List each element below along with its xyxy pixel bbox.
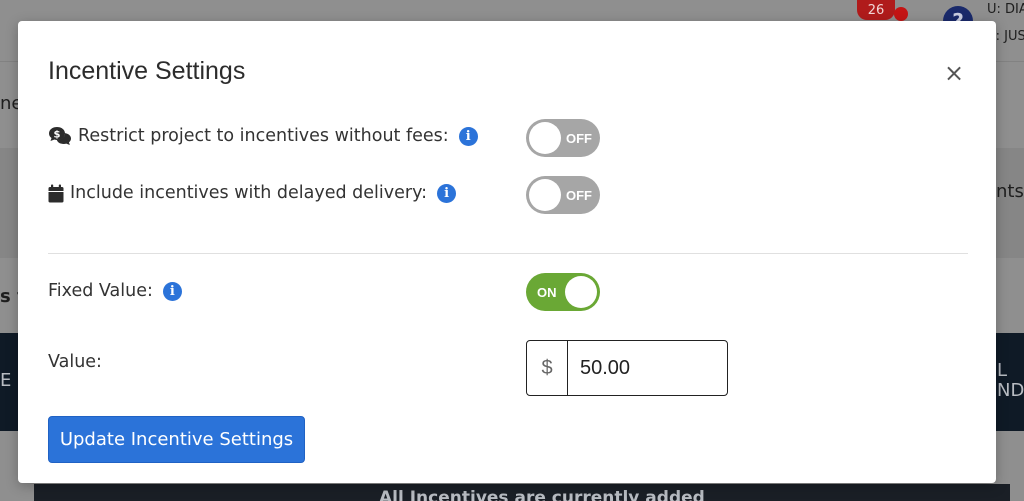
restrict-fees-label: Restrict project to incentives without f… bbox=[78, 126, 449, 146]
background-text-fragment: s fi bbox=[0, 286, 18, 307]
calendar-icon bbox=[48, 184, 64, 203]
delayed-delivery-row: Include incentives with delayed delivery… bbox=[48, 183, 457, 203]
update-incentive-settings-button[interactable]: Update Incentive Settings bbox=[48, 416, 305, 463]
fixed-value-label: Fixed Value: bbox=[48, 281, 153, 301]
money-chat-icon: $ bbox=[48, 126, 72, 146]
background-text-fragment: ND bbox=[997, 380, 1024, 401]
info-icon[interactable]: i bbox=[437, 183, 457, 203]
background-text-fragment: L bbox=[997, 360, 1008, 381]
background-bottom-bar: All Incentives are currently added bbox=[34, 484, 1010, 501]
toggle-state-label: ON bbox=[537, 284, 557, 300]
value-input[interactable] bbox=[568, 341, 727, 395]
notification-dot bbox=[894, 7, 908, 21]
info-icon[interactable]: i bbox=[458, 126, 478, 146]
value-label: Value: bbox=[48, 352, 102, 372]
toggle-knob bbox=[529, 179, 561, 211]
modal-title: Incentive Settings bbox=[48, 57, 246, 85]
background-text-fragment: ne bbox=[0, 93, 18, 114]
currency-addon: $ bbox=[527, 341, 568, 395]
section-divider bbox=[48, 253, 968, 254]
delayed-delivery-label: Include incentives with delayed delivery… bbox=[70, 183, 428, 203]
delayed-delivery-toggle[interactable]: OFF bbox=[526, 176, 600, 214]
toggle-state-label: OFF bbox=[566, 187, 592, 203]
toggle-state-label: OFF bbox=[566, 130, 592, 146]
background-bottom-text: All Incentives are currently added bbox=[379, 488, 705, 501]
svg-text:$: $ bbox=[54, 130, 61, 141]
incentive-settings-modal: Incentive Settings × $ Restrict project … bbox=[18, 21, 996, 483]
background-text-fragment: E bbox=[0, 370, 12, 391]
toggle-knob bbox=[529, 122, 561, 154]
fixed-value-toggle[interactable]: ON bbox=[526, 273, 600, 311]
background-text-fragment: nts bbox=[996, 181, 1024, 202]
info-icon[interactable]: i bbox=[162, 281, 182, 301]
value-input-group: $ bbox=[526, 340, 728, 396]
close-button[interactable]: × bbox=[944, 59, 964, 87]
toggle-knob bbox=[565, 276, 597, 308]
fixed-value-row: Fixed Value: i bbox=[48, 281, 182, 301]
restrict-fees-row: $ Restrict project to incentives without… bbox=[48, 126, 478, 146]
restrict-fees-toggle[interactable]: OFF bbox=[526, 119, 600, 157]
value-row: Value: bbox=[48, 352, 102, 372]
user-info-line1: U: DIA bbox=[987, 2, 1024, 17]
notification-badge: 26 bbox=[857, 0, 895, 20]
